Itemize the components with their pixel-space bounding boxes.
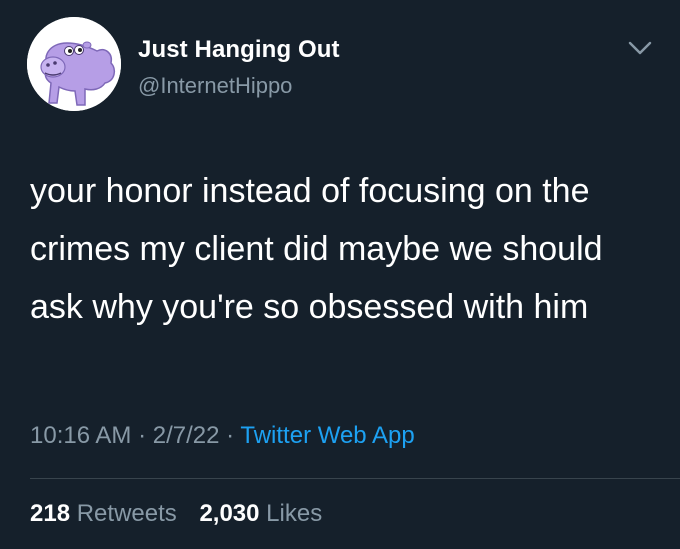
tweet-time[interactable]: 10:16 AM (30, 422, 131, 449)
retweets-stat[interactable]: 218 Retweets (30, 500, 183, 527)
divider (30, 478, 680, 479)
tweet-card: Just Hanging Out @InternetHippo your hon… (0, 0, 680, 549)
display-name[interactable]: Just Hanging Out (138, 36, 340, 64)
retweets-count: 218 (30, 500, 71, 527)
tweet-meta: 10:16 AM · 2/7/22 · Twitter Web App (30, 422, 415, 450)
hippo-avatar-icon (27, 17, 121, 111)
meta-separator: · (226, 422, 235, 449)
likes-count: 2,030 (199, 500, 260, 527)
retweets-label: Retweets (76, 500, 177, 527)
tweet-menu-button[interactable] (622, 34, 658, 62)
likes-label: Likes (266, 500, 323, 527)
tweet-date[interactable]: 2/7/22 (153, 422, 220, 449)
tweet-source-link[interactable]: Twitter Web App (240, 422, 414, 449)
meta-separator: · (138, 422, 147, 449)
user-handle[interactable]: @InternetHippo (138, 73, 292, 99)
tweet-text: your honor instead of focusing on the cr… (30, 172, 603, 326)
chevron-down-icon (628, 41, 652, 55)
tweet-stats: 218 Retweets 2,030 Likes (30, 500, 322, 528)
avatar[interactable] (27, 17, 121, 111)
likes-stat[interactable]: 2,030 Likes (199, 500, 322, 527)
